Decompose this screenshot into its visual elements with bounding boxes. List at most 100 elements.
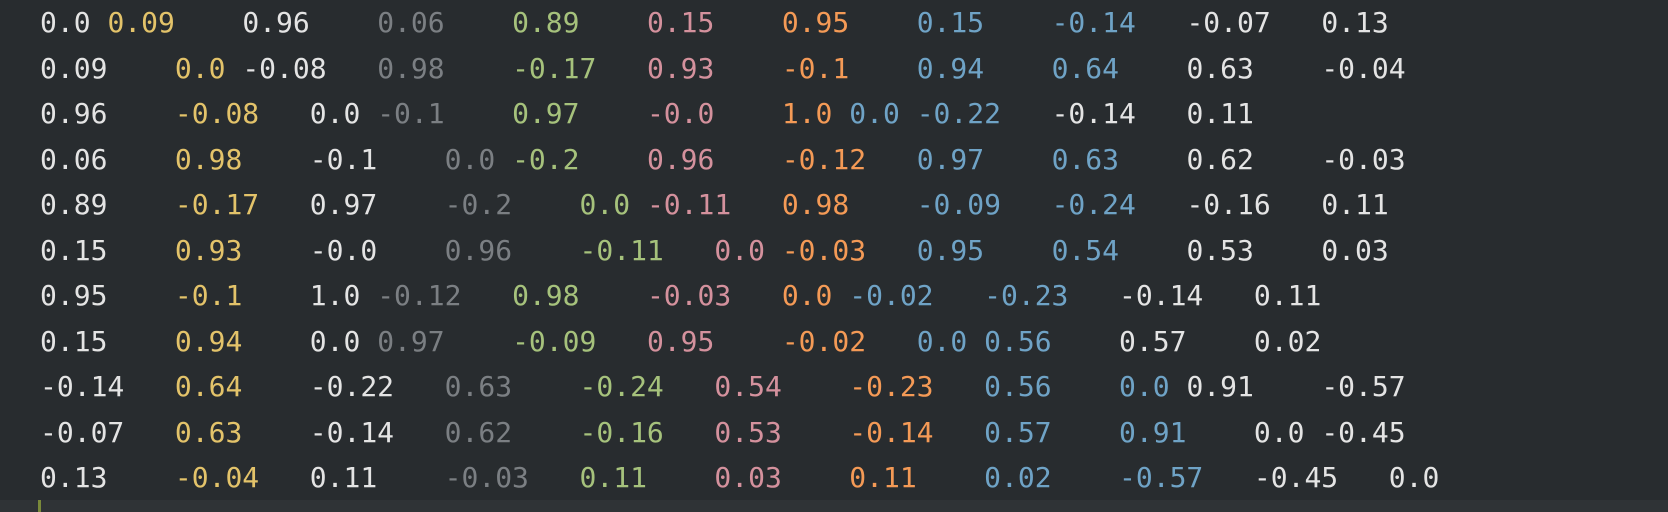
csv-separator: [1001, 97, 1052, 130]
csv-separator: [512, 370, 579, 403]
csv-cell: 0.91: [1119, 415, 1187, 449]
csv-separator: [866, 325, 917, 358]
editor-line[interactable]: 0.15 0.93 -0.0 0.96 -0.11 0.0 -0.03 0.95…: [0, 228, 1668, 274]
csv-cell: 0.97: [916, 142, 985, 176]
csv-cell: -0.14: [40, 370, 125, 403]
csv-separator: [259, 188, 310, 221]
csv-separator: [596, 52, 647, 85]
csv-separator: [714, 97, 781, 130]
csv-separator: [360, 97, 377, 130]
csv-separator: [714, 52, 781, 85]
editor-line[interactable]: 0.06 0.98 -0.1 0.0 -0.2 0.96 -0.12 0.97 …: [0, 137, 1668, 183]
csv-separator: [1254, 370, 1321, 403]
editor-lines[interactable]: 0.0 0.09 0.96 0.06 0.89 0.15 0.95 0.15 -…: [0, 0, 1668, 501]
editor-line[interactable]: 0.09 0.0 -0.08 0.98 -0.17 0.93 -0.1 0.94…: [0, 46, 1668, 92]
csv-separator: [107, 188, 174, 221]
editor-line[interactable]: 0.0 0.09 0.96 0.06 0.89 0.15 0.95 0.15 -…: [0, 0, 1668, 46]
csv-cell: -0.09: [512, 324, 597, 358]
csv-cell: -0.14: [309, 415, 395, 449]
editor-line[interactable]: 0.96 -0.08 0.0 -0.1 0.97 -0.0 1.0 0.0 -0…: [0, 91, 1668, 137]
csv-separator: [580, 143, 647, 176]
csv-separator: [242, 279, 309, 312]
editor-line[interactable]: -0.07 0.63 -0.14 0.62 -0.16 0.53 -0.14 0…: [0, 410, 1668, 456]
csv-separator: [107, 52, 174, 85]
csv-separator: [580, 97, 647, 130]
csv-separator: [866, 234, 917, 267]
csv-separator: [377, 234, 444, 267]
csv-separator: [917, 461, 984, 494]
csv-separator: [1052, 461, 1119, 494]
csv-cell: 0.03: [1321, 233, 1389, 267]
csv-cell: 0.95: [781, 6, 850, 39]
csv-cell: -0.57: [1321, 370, 1406, 403]
csv-separator: [714, 143, 781, 176]
editor-line[interactable]: -0.14 0.64 -0.22 0.63 -0.24 0.54 -0.23 0…: [0, 364, 1668, 410]
csv-cell: 0.94: [916, 51, 985, 85]
csv-cell: 1.0: [781, 97, 833, 130]
csv-separator: [360, 325, 377, 358]
csv-separator: [91, 6, 108, 39]
csv-cell: 0.09: [107, 6, 175, 39]
csv-separator: [242, 416, 309, 449]
editor-line[interactable]: 0.15 0.94 0.0 0.97 -0.09 0.95 -0.02 0.0 …: [0, 319, 1668, 365]
csv-separator: [731, 188, 782, 221]
csv-cell: 0.94: [174, 324, 243, 358]
csv-cell: 0.97: [309, 188, 378, 221]
csv-separator: [512, 188, 579, 221]
csv-separator: [934, 416, 985, 449]
csv-separator: [1119, 143, 1186, 176]
csv-separator: [445, 52, 512, 85]
csv-cell: -0.12: [377, 279, 462, 312]
csv-separator: [630, 188, 647, 221]
csv-separator: [1052, 416, 1119, 449]
csv-cell: -0.03: [1321, 142, 1406, 176]
csv-cell: -0.17: [512, 51, 597, 85]
csv-cell: 0.0: [781, 279, 833, 312]
csv-cell: 0.11: [849, 461, 917, 494]
csv-cell: -0.07: [1186, 6, 1271, 39]
text-editor[interactable]: 0.0 0.09 0.96 0.06 0.89 0.15 0.95 0.15 -…: [0, 0, 1668, 500]
csv-cell: 0.56: [984, 370, 1052, 403]
csv-cell: 0.11: [1186, 97, 1254, 130]
csv-separator: [934, 370, 985, 403]
csv-separator: [900, 97, 917, 130]
csv-separator: [934, 279, 985, 312]
csv-separator: [512, 416, 579, 449]
csv-separator: [107, 143, 174, 176]
csv-cell: 0.98: [377, 51, 445, 85]
csv-cell: 0.0: [309, 324, 361, 358]
csv-separator: [107, 234, 174, 267]
csv-separator: [1119, 52, 1186, 85]
csv-separator: [529, 461, 580, 494]
csv-cell: 0.63: [1186, 51, 1254, 85]
csv-separator: [377, 188, 444, 221]
csv-cell: -0.57: [1119, 461, 1204, 494]
editor-line[interactable]: 0.89 -0.17 0.97 -0.2 0.0 -0.11 0.98 -0.0…: [0, 182, 1668, 228]
csv-separator: [1271, 188, 1322, 221]
csv-separator: [377, 143, 444, 176]
csv-cell: -0.0: [646, 97, 715, 130]
csv-separator: [107, 325, 174, 358]
editor-line[interactable]: 0.13 -0.04 0.11 -0.03 0.11 0.03 0.11 0.0…: [0, 455, 1668, 501]
csv-cell: 0.89: [512, 6, 580, 39]
csv-cell: 1.0: [309, 279, 361, 312]
csv-separator: [394, 370, 445, 403]
csv-cell: -0.1: [377, 97, 445, 130]
csv-cell: -0.0: [309, 233, 378, 267]
csv-cell: 0.95: [646, 324, 715, 358]
csv-separator: [984, 52, 1051, 85]
csv-cell: 0.93: [174, 233, 243, 267]
csv-cell: 0.0: [1253, 415, 1305, 449]
csv-cell: 0.09: [40, 51, 108, 85]
csv-cell: -0.2: [512, 142, 580, 176]
csv-separator: [1136, 188, 1187, 221]
csv-cell: -0.16: [579, 415, 664, 449]
csv-cell: 0.96: [646, 142, 715, 176]
editor-line[interactable]: 0.95 -0.1 1.0 -0.12 0.98 -0.03 0.0 -0.02…: [0, 273, 1668, 319]
csv-cell: 0.63: [174, 415, 243, 449]
csv-cell: -0.2: [444, 188, 513, 221]
csv-cell: -0.03: [781, 233, 867, 267]
csv-cell: 0.03: [714, 461, 782, 494]
csv-separator: [1001, 188, 1052, 221]
csv-cell: -0.14: [1051, 97, 1136, 130]
